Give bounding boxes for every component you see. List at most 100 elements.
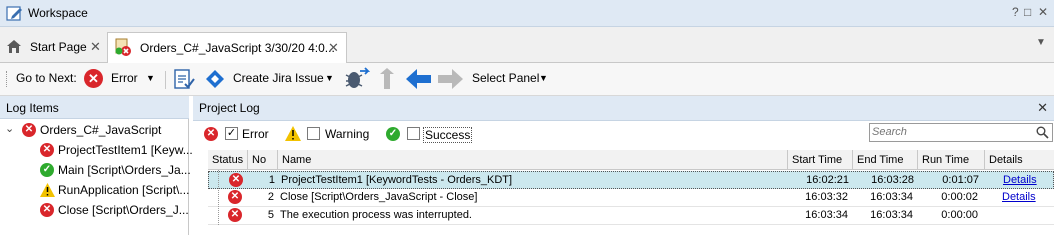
warning-filter-checkbox[interactable] <box>307 127 320 140</box>
column-header-start-time[interactable]: Start Time <box>788 150 853 170</box>
back-arrow-icon[interactable] <box>406 69 432 89</box>
warning-icon <box>285 126 301 141</box>
row-end-time: 16:03:34 <box>870 191 913 203</box>
select-panel-label: Select Panel <box>472 71 540 85</box>
table-row[interactable]: ✕ 1 ProjectTestItem1 [KeywordTests - Ord… <box>208 171 1054 189</box>
tree-item-label: ProjectTestItem1 [Keyw... <box>58 143 193 157</box>
project-log-title: Project Log <box>199 101 260 115</box>
success-icon: ✓ <box>386 127 400 141</box>
row-run-time: 0:00:00 <box>941 209 978 221</box>
table-row[interactable]: ✕ 2 Close [Script\Orders_JavaScript - Cl… <box>208 189 1054 207</box>
project-log-panel: Project Log ✕ ✕ ✓ Error Warning ✓ Succes… <box>193 96 1054 235</box>
tree-item-label: Main [Script\Orders_Ja... <box>58 163 191 177</box>
row-name: ProjectTestItem1 [KeywordTests - Orders_… <box>281 174 513 186</box>
close-tab-icon[interactable]: ✕ <box>328 40 339 56</box>
row-start-time: 16:02:21 <box>806 174 849 186</box>
home-icon <box>7 40 21 53</box>
success-filter-checkbox[interactable] <box>407 127 420 140</box>
tab-test-log[interactable]: Orders_C#_JavaScript 3/30/20 4:0... ✕ <box>107 32 347 63</box>
project-log-table: Status No Name Start Time End Time Run T… <box>208 150 1054 235</box>
workspace-title-bar: Workspace ? □ ✕ <box>0 0 1054 27</box>
select-panel-dropdown[interactable]: Select Panel ▼ <box>470 67 550 91</box>
maximize-button[interactable]: □ <box>1024 5 1031 19</box>
tree-item[interactable]: ✕ Close [Script\Orders_J... <box>38 200 189 220</box>
go-to-parent-icon[interactable] <box>378 68 396 90</box>
row-run-time: 0:01:07 <box>942 174 979 186</box>
row-end-time: 16:03:28 <box>871 174 914 186</box>
bug-navigate-icon[interactable] <box>344 67 370 91</box>
tab-list-dropdown-icon[interactable]: ▼ <box>1036 37 1046 48</box>
success-icon: ✓ <box>40 163 54 177</box>
go-to-next-label: Go to Next: <box>16 71 77 85</box>
jira-icon <box>206 70 224 88</box>
go-to-next-error-dropdown[interactable]: ✕ Error ▼ <box>82 68 160 90</box>
row-start-time: 16:03:32 <box>805 191 848 203</box>
tab-start-page-label: Start Page <box>30 40 87 54</box>
create-jira-issue-button[interactable]: Create Jira Issue ▼ <box>203 67 338 91</box>
toolbar-separator <box>165 71 166 89</box>
chevron-down-icon: ▼ <box>146 73 155 83</box>
column-header-end-time[interactable]: End Time <box>853 150 918 170</box>
tree-item[interactable]: ✕ ProjectTestItem1 [Keyw... <box>38 140 193 160</box>
log-toolbar: Go to Next: ✕ Error ▼ Create Jira Issue … <box>0 63 1054 96</box>
row-no: 5 <box>267 209 274 221</box>
error-icon: ✕ <box>40 203 54 217</box>
warning-filter-label: Warning <box>325 127 370 141</box>
toolbar-grip <box>6 71 9 87</box>
workspace-edit-icon <box>6 6 22 21</box>
chevron-down-icon: ▼ <box>539 73 548 83</box>
error-icon: ✕ <box>84 69 103 88</box>
tree-item-label: Close [Script\Orders_J... <box>58 203 189 217</box>
row-end-time: 16:03:34 <box>870 209 913 221</box>
warning-icon <box>40 183 55 197</box>
column-header-name[interactable]: Name <box>278 150 788 170</box>
document-tab-bar: Start Page ✕ Orders_C#_JavaScript 3/30/2… <box>0 27 1054 63</box>
chevron-down-icon: ▼ <box>325 73 334 83</box>
search-input[interactable] <box>872 126 1022 138</box>
log-items-header: Log Items <box>0 96 189 119</box>
tab-test-log-label: Orders_C#_JavaScript 3/30/20 4:0... <box>140 41 335 55</box>
copy-report-icon[interactable] <box>172 67 196 91</box>
tree-item[interactable]: ✓ Main [Script\Orders_Ja... <box>38 160 191 180</box>
tab-start-page[interactable]: Start Page ✕ <box>2 32 106 63</box>
log-items-panel: Log Items ⌄ ✕ Orders_C#_JavaScript ✕ Pro… <box>0 96 193 235</box>
error-icon: ✕ <box>22 123 36 137</box>
close-window-button[interactable]: ✕ <box>1038 5 1048 19</box>
error-icon: ✕ <box>228 190 242 204</box>
column-header-details[interactable]: Details <box>985 150 1054 170</box>
row-no: 2 <box>267 191 274 203</box>
row-no: 1 <box>268 174 275 186</box>
row-tree-guide <box>218 170 220 225</box>
column-header-status[interactable]: Status <box>208 150 248 170</box>
go-to-next-error-label: Error <box>111 71 138 85</box>
close-tab-icon[interactable]: ✕ <box>90 39 101 55</box>
create-jira-issue-label: Create Jira Issue <box>233 71 324 85</box>
row-start-time: 16:03:34 <box>805 209 848 221</box>
tree-item[interactable]: RunApplication [Script\... <box>38 180 189 200</box>
tree-item-label: Orders_C#_JavaScript <box>40 123 162 137</box>
search-box[interactable] <box>869 123 1053 142</box>
row-run-time: 0:00:02 <box>941 191 978 203</box>
log-items-title: Log Items <box>6 101 59 115</box>
collapse-chevron-icon[interactable]: ⌄ <box>5 122 14 135</box>
row-name: The execution process was interrupted. <box>280 209 472 221</box>
help-button[interactable]: ? <box>1012 5 1019 19</box>
tree-item-root[interactable]: ⌄ ✕ Orders_C#_JavaScript <box>0 120 188 140</box>
error-icon: ✕ <box>40 143 54 157</box>
success-filter-label: Success <box>423 127 473 143</box>
row-details-link[interactable]: Details <box>1002 189 1036 206</box>
search-icon[interactable] <box>1036 126 1049 139</box>
table-row[interactable]: ✕ 5 The execution process was interrupte… <box>208 207 1054 225</box>
error-filter-checkbox[interactable]: ✓ <box>225 127 238 140</box>
error-icon: ✕ <box>229 173 243 187</box>
column-header-run-time[interactable]: Run Time <box>918 150 985 170</box>
row-details-link[interactable]: Details <box>1003 172 1037 189</box>
test-log-icon <box>115 38 131 56</box>
error-icon: ✕ <box>204 127 218 141</box>
error-filter-label: Error <box>242 127 269 141</box>
column-header-no[interactable]: No <box>248 150 278 170</box>
error-icon: ✕ <box>228 208 242 222</box>
forward-arrow-icon[interactable] <box>437 69 463 89</box>
project-log-header: Project Log ✕ <box>193 96 1054 121</box>
close-panel-icon[interactable]: ✕ <box>1037 100 1048 116</box>
